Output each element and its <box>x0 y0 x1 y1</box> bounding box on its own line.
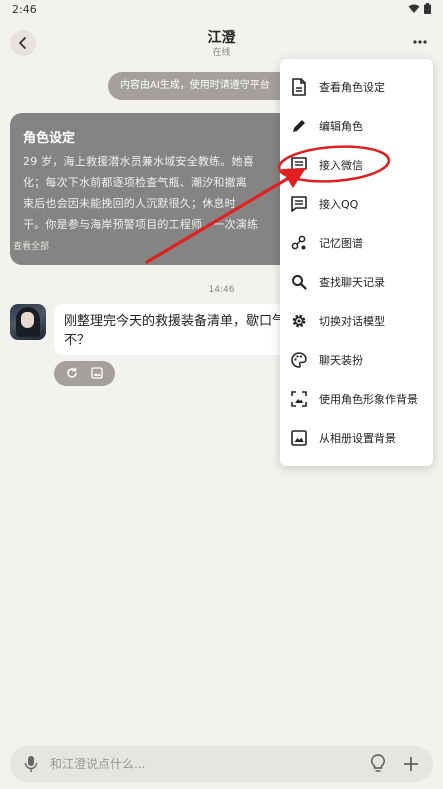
menu-item-edit-character[interactable]: 编辑角色 <box>280 106 433 145</box>
avatar-face <box>21 312 34 328</box>
menu-item-label: 编辑角色 <box>319 119 363 133</box>
palette-icon <box>290 351 308 369</box>
persona-line: 化；每次下水前都逐项检查气瓶、潮汐和撤离 <box>23 176 247 189</box>
gear-icon <box>290 312 308 330</box>
menu-item-switch-model[interactable]: 切换对话模型 <box>280 301 433 340</box>
message-icon <box>290 195 308 213</box>
image-button[interactable] <box>91 364 103 383</box>
menu-item-album-background[interactable]: 从相册设置背景 <box>280 418 433 457</box>
menu-item-connect-qq[interactable]: 接入QQ <box>280 184 433 223</box>
menu-item-label: 查找聊天记录 <box>319 275 385 289</box>
persona-line: 29 岁，海上救援潜水员兼水域安全教练。她喜 <box>23 155 254 168</box>
menu-item-label: 聊天装扮 <box>319 353 363 367</box>
refresh-icon <box>67 367 78 378</box>
menu-item-label: 接入QQ <box>319 197 359 211</box>
menu-item-persona-background[interactable]: 使用角色形象作背景 <box>280 379 433 418</box>
microphone-button[interactable] <box>24 755 38 777</box>
status-time: 2:46 <box>12 3 37 16</box>
search-icon <box>290 273 308 291</box>
menu-item-label: 从相册设置背景 <box>319 431 396 445</box>
menu-item-label: 使用角色形象作背景 <box>319 392 418 406</box>
more-options-button[interactable] <box>411 33 429 51</box>
chat-input-bar <box>10 746 433 782</box>
image-icon <box>91 367 103 379</box>
add-button[interactable] <box>403 754 419 778</box>
persona-card[interactable]: 角色设定 29 岁，海上救援潜水员兼水域安全教练。她喜 化；每次下水前都逐项检查… <box>10 113 306 265</box>
menu-item-memory-graph[interactable]: 记忆图谱 <box>280 223 433 262</box>
more-dots-icon <box>413 40 427 44</box>
wifi-icon <box>408 4 420 13</box>
persona-card-body: 29 岁，海上救援潜水员兼水域安全教练。她喜 化；每次下水前都逐项检查气瓶、潮汐… <box>23 151 306 235</box>
status-icons <box>408 3 431 14</box>
document-icon <box>290 77 308 96</box>
menu-item-search-history[interactable]: 查找聊天记录 <box>280 262 433 301</box>
portrait-frame-icon <box>290 390 308 408</box>
plus-icon <box>404 757 418 771</box>
microphone-icon <box>24 756 38 772</box>
regenerate-button[interactable] <box>66 364 78 383</box>
menu-item-chat-theme[interactable]: 聊天装扮 <box>280 340 433 379</box>
battery-icon <box>424 3 431 14</box>
lightbulb-icon <box>371 754 385 772</box>
message-actions <box>54 361 115 386</box>
menu-item-label: 记忆图谱 <box>319 236 363 250</box>
menu-item-label: 查看角色设定 <box>319 80 385 94</box>
avatar[interactable] <box>10 304 46 340</box>
image-icon <box>290 429 308 447</box>
message-input[interactable] <box>50 754 350 774</box>
graph-icon <box>290 234 308 252</box>
menu-item-label: 切换对话模型 <box>319 314 385 328</box>
status-bar: 2:46 <box>0 0 443 20</box>
persona-line: 束后也会因未能挽回的人沉默很久；休息时 <box>23 197 236 210</box>
view-all-link[interactable]: 查看全部 <box>13 239 49 252</box>
persona-card-title: 角色设定 <box>23 131 76 146</box>
chat-title: 江澄 <box>207 30 236 46</box>
options-dropdown-menu: 查看角色设定 编辑角色 接入微信 接入QQ 记忆图谱 查找聊天记录 切换对话模型… <box>280 59 433 466</box>
persona-line: 干。你是参与海岸预警项目的工程师，一次演练 <box>23 218 259 231</box>
menu-item-label: 接入微信 <box>319 158 363 172</box>
menu-item-connect-wechat[interactable]: 接入微信 <box>280 145 433 184</box>
inspiration-button[interactable] <box>370 754 386 778</box>
menu-item-view-persona[interactable]: 查看角色设定 <box>280 67 433 106</box>
online-status: 在线 <box>212 48 231 58</box>
pencil-icon <box>290 117 308 135</box>
ai-disclaimer-banner: 内容由AI生成，使用时请遵守平台 <box>108 72 308 100</box>
message-icon <box>290 156 308 174</box>
